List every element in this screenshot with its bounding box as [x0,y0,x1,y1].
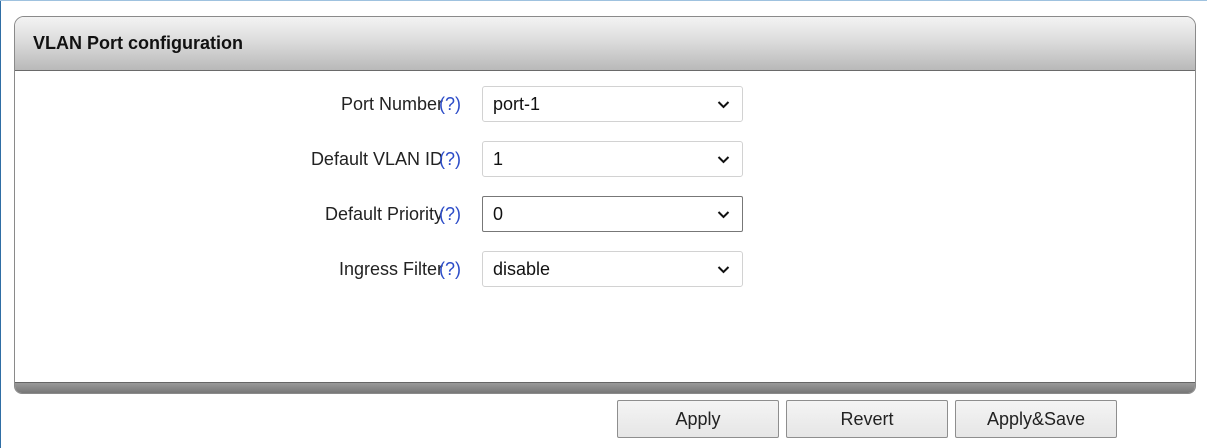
panel-footer [15,382,1195,393]
chevron-down-icon [717,211,730,219]
ingress-filter-help-link[interactable]: (?) [439,251,461,287]
port-number-select[interactable]: port-1 [482,86,743,122]
default-priority-select[interactable]: 0 [482,196,743,232]
form-row-default-vlan-id: Default VLAN ID (?) 1 [15,141,1195,177]
form-row-ingress-filter: Ingress Filter (?) disable [15,251,1195,287]
default-priority-value: 0 [493,203,504,224]
default-vlan-id-value: 1 [493,148,504,169]
ingress-filter-select[interactable]: disable [482,251,743,287]
default-priority-help-link[interactable]: (?) [439,196,461,232]
form-row-port-number: Port Number (?) port-1 [15,86,1195,122]
default-priority-label: Default Priority [324,203,443,224]
default-vlan-id-label: Default VLAN ID [310,148,443,169]
port-number-help-link[interactable]: (?) [439,86,461,122]
apply-save-button[interactable]: Apply&Save [955,400,1117,438]
panel-title: VLAN Port configuration [33,33,243,53]
frame-border-left [0,0,1,448]
ingress-filter-value: disable [493,258,551,279]
chevron-down-icon [717,101,730,109]
default-vlan-id-select[interactable]: 1 [482,141,743,177]
panel-header: VLAN Port configuration [15,17,1195,71]
port-number-value: port-1 [493,93,541,114]
revert-button[interactable]: Revert [786,400,948,438]
frame-border-top [0,0,1207,1]
apply-button[interactable]: Apply [617,400,779,438]
chevron-down-icon [717,156,730,164]
form-row-default-priority: Default Priority (?) 0 [15,196,1195,232]
port-number-label: Port Number [340,93,443,114]
vlan-port-config-panel: VLAN Port configuration Port Number (?) … [14,16,1196,394]
default-vlan-id-help-link[interactable]: (?) [439,141,461,177]
ingress-filter-label: Ingress Filter [338,258,443,279]
chevron-down-icon [717,266,730,274]
